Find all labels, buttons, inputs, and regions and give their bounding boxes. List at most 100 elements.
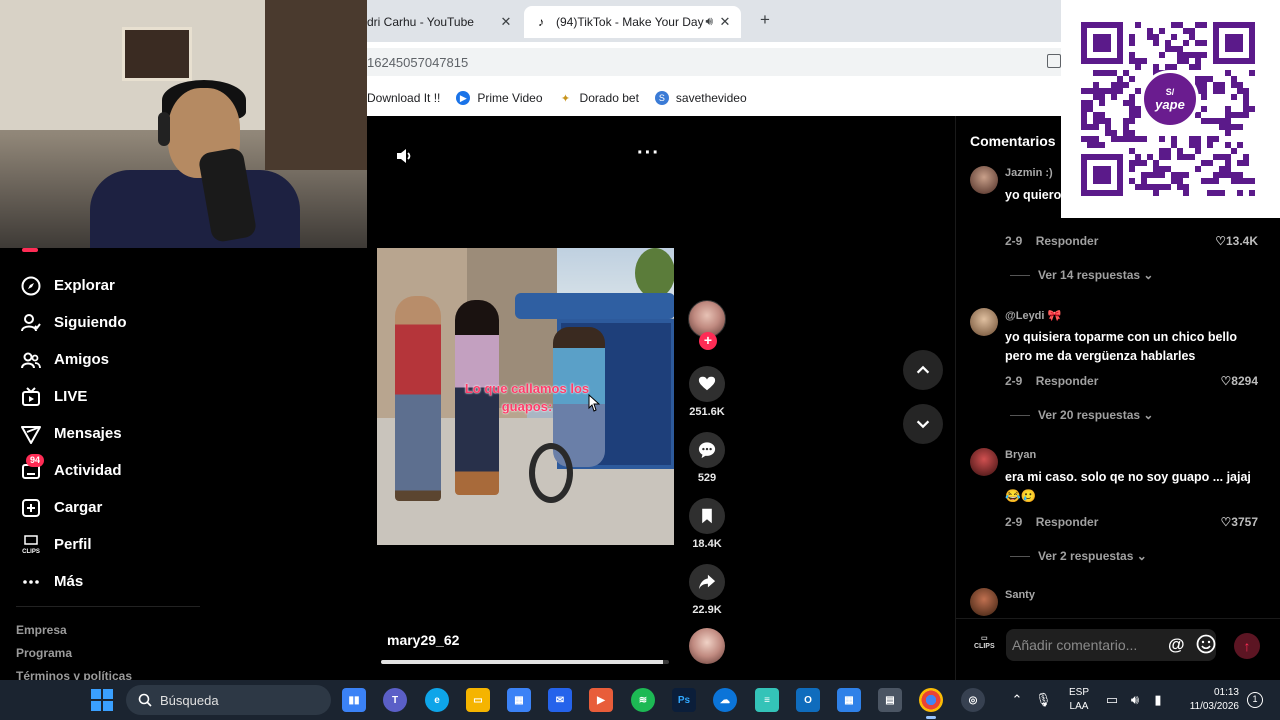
calendar-icon[interactable]: ▦: [837, 688, 861, 712]
send-comment-button[interactable]: ↑: [1234, 633, 1260, 659]
reply-button[interactable]: Responder: [1036, 374, 1099, 388]
bookmark-dorado-bet[interactable]: ✦ Dorado bet: [559, 91, 639, 105]
qr-module: [1141, 160, 1147, 166]
sidebar-item-cargar[interactable]: Cargar: [0, 489, 210, 526]
more-options-icon[interactable]: ···: [637, 143, 659, 166]
qr-module: [1207, 136, 1213, 142]
volume-icon[interactable]: 🔊︎: [1127, 692, 1143, 708]
windows-start-icon[interactable]: [91, 689, 113, 711]
qr-module: [1195, 142, 1201, 148]
qr-module: [1177, 52, 1183, 58]
mail-icon[interactable]: ✉: [548, 688, 572, 712]
emoji-icon[interactable]: [1196, 634, 1216, 654]
sidebar-item-mensajes[interactable]: Mensajes: [0, 415, 210, 452]
teams-icon[interactable]: T: [383, 688, 407, 712]
chrome-icon[interactable]: [919, 688, 943, 719]
chevron-up-icon[interactable]: ⌃: [1009, 692, 1025, 708]
outlook-icon[interactable]: O: [796, 688, 820, 712]
translate-icon[interactable]: [1047, 54, 1061, 68]
comment-user[interactable]: Bryan: [1005, 449, 1036, 461]
footer-link-programa[interactable]: Programa: [16, 645, 132, 668]
bookmark-prime-video[interactable]: ▶ Prime Video: [456, 91, 543, 105]
qr-module: [1141, 172, 1147, 178]
notification-icon[interactable]: 1: [1247, 692, 1263, 708]
comment-user[interactable]: Jazmin :): [1005, 167, 1053, 179]
video-player[interactable]: Lo que callamos los guapos:: [377, 248, 674, 545]
like-action[interactable]: 251.6K: [685, 366, 729, 418]
sidebar-item-perfil[interactable]: CLIPS Perfil: [0, 526, 210, 563]
share-arrow-icon[interactable]: [689, 564, 725, 600]
bookmark-download[interactable]: Download It !!: [367, 91, 440, 105]
previous-video-button[interactable]: [903, 350, 943, 390]
comment-user[interactable]: Santy: [1005, 589, 1035, 601]
comment-likes[interactable]: ♡8294: [1221, 374, 1258, 388]
comment-bubble-icon[interactable]: [689, 432, 725, 468]
media-player-icon[interactable]: ▶: [589, 688, 613, 712]
onedrive-icon[interactable]: ☁: [713, 688, 737, 712]
speaker-icon[interactable]: 🔊︎: [705, 14, 713, 29]
obs-icon[interactable]: ◎: [961, 688, 985, 712]
avatar[interactable]: [970, 308, 998, 336]
avatar[interactable]: [970, 166, 998, 194]
qr-module: [1093, 124, 1099, 130]
yape-qr-code: S/ yape: [1061, 0, 1280, 218]
footer-link-empresa[interactable]: Empresa: [16, 622, 132, 645]
mention-icon[interactable]: @: [1168, 635, 1185, 655]
close-icon[interactable]: ✕: [498, 14, 514, 30]
bookmark-savethevideo[interactable]: S savethevideo: [654, 91, 747, 105]
qr-module: [1129, 106, 1135, 112]
view-replies-button[interactable]: Ver 20 respuestas ⌄: [1010, 408, 1153, 422]
calculator-icon[interactable]: ▤: [878, 688, 902, 712]
microphone-icon[interactable]: 🎙︎: [1035, 692, 1052, 708]
spotify-icon[interactable]: ≋: [631, 688, 655, 712]
battery-icon[interactable]: ▮: [1150, 692, 1166, 708]
comment-user[interactable]: @Leydi 🎀: [1005, 309, 1061, 322]
next-video-button[interactable]: [903, 404, 943, 444]
sidebar-item-siguiendo[interactable]: Siguiendo: [0, 304, 210, 341]
network-icon[interactable]: ▭: [1104, 692, 1120, 708]
bookmark-icon[interactable]: [689, 498, 725, 534]
comment-likes[interactable]: ♡13.4K: [1215, 234, 1258, 248]
task-view-icon[interactable]: ▮▮: [342, 688, 366, 712]
sidebar-item-explorar[interactable]: Explorar: [0, 267, 210, 304]
heart-icon[interactable]: [689, 366, 725, 402]
qr-module: [1207, 160, 1213, 166]
qr-module: [1123, 124, 1129, 130]
reply-button[interactable]: Responder: [1036, 515, 1099, 529]
language-indicator[interactable]: ESP LAA: [1066, 686, 1092, 714]
qr-module: [1093, 136, 1099, 142]
next-creator-avatar[interactable]: [689, 628, 725, 664]
sidebar-item-amigos[interactable]: Amigos: [0, 341, 210, 378]
close-icon[interactable]: ✕: [717, 14, 733, 30]
follow-button[interactable]: +: [699, 332, 717, 350]
avatar[interactable]: [970, 448, 998, 476]
share-action[interactable]: 22.9K: [685, 564, 729, 616]
video-username[interactable]: mary29_62: [387, 632, 459, 648]
video-progress-bar[interactable]: [381, 660, 669, 664]
reply-button[interactable]: Responder: [1036, 234, 1099, 248]
edge-icon[interactable]: e: [425, 688, 449, 712]
avatar[interactable]: [970, 588, 998, 616]
tab-youtube[interactable]: dri Carhu - YouTube ✕: [367, 6, 522, 38]
url-field[interactable]: 16245057047815: [367, 48, 1061, 76]
qr-module: [1231, 94, 1237, 100]
comment-action[interactable]: 529: [685, 432, 729, 484]
file-explorer-icon[interactable]: ▭: [466, 688, 490, 712]
view-replies-button[interactable]: Ver 2 respuestas ⌄: [1010, 549, 1147, 563]
save-action[interactable]: 18.4K: [685, 498, 729, 550]
taskbar-search[interactable]: Búsqueda: [126, 685, 331, 715]
tab-tiktok[interactable]: ♪ (94)TikTok - Make Your Day 🔊︎ ✕: [524, 6, 741, 38]
notepad-icon[interactable]: ≡: [755, 688, 779, 712]
new-tab-button[interactable]: +: [755, 10, 775, 30]
photoshop-icon[interactable]: Ps: [672, 688, 696, 712]
volume-icon[interactable]: [394, 146, 414, 166]
clock[interactable]: 01:13 11/03/2026: [1177, 686, 1239, 714]
comment-likes[interactable]: ♡3757: [1221, 515, 1258, 529]
sidebar-item-mas[interactable]: Más: [0, 563, 210, 600]
store-icon[interactable]: ▦: [507, 688, 531, 712]
view-replies-button[interactable]: Ver 14 respuestas ⌄: [1010, 268, 1153, 282]
sidebar-item-actividad[interactable]: 94 Actividad: [0, 452, 210, 489]
qr-module: [1159, 154, 1165, 160]
qr-module: [1129, 118, 1135, 124]
sidebar-item-live[interactable]: LIVE: [0, 378, 210, 415]
